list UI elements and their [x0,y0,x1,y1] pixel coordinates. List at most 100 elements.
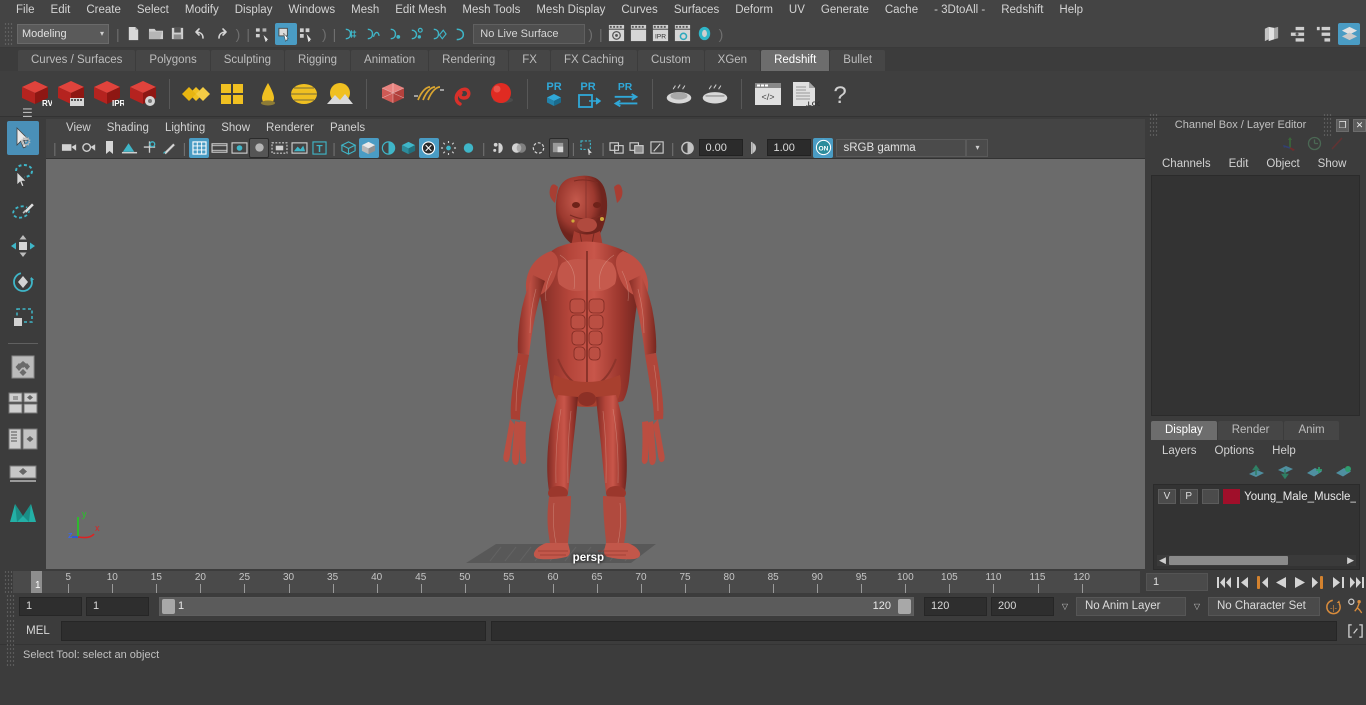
menu-3dtoall[interactable]: - 3DtoAll - [926,1,993,19]
time-slider-handle[interactable] [4,570,13,594]
redshift-log-button[interactable]: .LOG [787,76,821,112]
channels-show-menu[interactable]: Show [1309,156,1356,172]
snap-to-projected-center-icon[interactable] [405,23,427,45]
menu-generate[interactable]: Generate [813,1,877,19]
scroll-right-arrow-icon[interactable]: ▶ [1345,555,1356,566]
shelf-tab-xgen[interactable]: XGen [704,50,761,71]
viewport-menu-show[interactable]: Show [213,121,258,135]
redshift-bake-button-2[interactable] [698,76,732,112]
rotate-tool[interactable] [7,265,39,299]
move-tool[interactable] [7,229,39,263]
playback-end-field[interactable]: 200 [991,596,1054,616]
snap-to-point-icon[interactable] [383,23,405,45]
shelf-tab-fx-caching[interactable]: FX Caching [550,50,638,71]
film-origin-icon[interactable] [269,138,289,158]
status-line-handle[interactable] [4,21,13,46]
color-management-icon[interactable]: ON [813,137,834,158]
xray-joints-icon[interactable] [608,138,628,158]
current-frame-field[interactable]: 1 [1146,573,1208,591]
resolution-gate-icon[interactable] [229,138,249,158]
redshift-motion-blur-button[interactable] [412,76,446,112]
outliner-icon[interactable] [1260,23,1282,45]
select-by-object-icon[interactable] [274,22,297,45]
menu-deform[interactable]: Deform [727,1,781,19]
snap-to-grid-icon[interactable] [339,23,361,45]
redshift-script-editor-button[interactable]: </> [751,76,785,112]
shelf-tab-polygons[interactable]: Polygons [136,50,210,71]
ipr-render-icon[interactable]: IPR [650,23,672,45]
table-row[interactable]: V P Young_Male_Muscle_S [1154,485,1359,504]
play-forwards-icon[interactable] [1290,572,1309,592]
xray-active-components-icon[interactable] [628,138,648,158]
camera-attributes-icon[interactable] [80,138,100,158]
texture-text-icon[interactable]: T [309,138,329,158]
motion-blur-icon[interactable] [489,138,509,158]
step-back-frame-icon[interactable] [1233,572,1252,592]
viewport-menu-shading[interactable]: Shading [99,121,157,135]
open-scene-icon[interactable] [145,23,167,45]
render-view-icon[interactable] [606,23,628,45]
script-editor-icon[interactable] [1344,621,1366,641]
shadows-icon[interactable] [439,138,459,158]
auto-keyframe-icon[interactable]: -|- [1324,596,1343,616]
snap-to-view-plane-icon[interactable] [427,23,449,45]
grid-toggle-icon[interactable] [189,137,210,158]
last-tool-used[interactable] [7,350,39,384]
undock-panel-icon[interactable]: ❐ [1336,118,1349,132]
save-scene-icon[interactable] [167,23,189,45]
wireframe-icon[interactable] [339,138,359,158]
redshift-pr-transfer-button[interactable]: PR [609,76,643,112]
tab-display-layers[interactable]: Display [1151,421,1217,440]
shelf-tab-bullet[interactable]: Bullet [830,50,886,71]
shelf-tab-curves-surfaces[interactable]: Curves / Surfaces [18,50,136,71]
redo-icon[interactable] [211,23,233,45]
chevron-down-icon[interactable]: ▾ [966,138,989,157]
single-perspective-view-layout[interactable] [7,386,39,420]
redshift-hair-button[interactable] [448,76,482,112]
select-camera-icon[interactable] [60,138,80,158]
redshift-env-button[interactable] [287,76,321,112]
tab-anim-layers[interactable]: Anim [1284,421,1339,440]
shelf-tab-animation[interactable]: Animation [351,50,429,71]
character-set-field[interactable]: No Character Set [1208,596,1320,616]
multisample-icon[interactable] [509,138,529,158]
film-gate-icon[interactable] [209,138,229,158]
shelf-tab-sculpting[interactable]: Sculpting [210,50,285,71]
step-forward-frame-icon[interactable] [1328,572,1347,592]
scrollbar-thumb[interactable] [1168,556,1289,565]
gamma-icon[interactable] [745,138,765,158]
create-layer-from-selected-icon[interactable] [1335,465,1352,479]
exposure-icon[interactable] [677,138,697,158]
new-scene-icon[interactable] [123,23,145,45]
clock-icon[interactable] [1307,136,1322,151]
gate-mask-icon[interactable] [249,137,270,158]
redshift-help-button[interactable]: ? [823,76,857,112]
move-layer-up-icon[interactable] [1248,465,1265,479]
channel-box-content[interactable] [1151,175,1360,416]
slash-icon[interactable] [1330,136,1344,151]
menu-mesh[interactable]: Mesh [343,1,387,19]
range-start-handle[interactable] [162,598,175,614]
go-to-start-icon[interactable] [1214,572,1233,592]
shelf-tab-rendering[interactable]: Rendering [429,50,509,71]
step-forward-key-icon[interactable] [1309,572,1328,592]
gamma-field[interactable]: 1.00 [767,139,812,156]
shelf-tab-fx[interactable]: FX [509,50,550,71]
animation-preferences-icon[interactable] [1347,596,1366,616]
render-sequence-icon[interactable] [628,23,650,45]
redshift-ipr-button[interactable]: IPR [90,76,124,112]
scale-tool[interactable] [7,301,39,335]
create-new-layer-icon[interactable] [1306,465,1323,479]
shelf-tab-redshift[interactable]: Redshift [761,50,830,71]
menu-display[interactable]: Display [227,1,281,19]
redshift-sun-sky-button[interactable] [323,76,357,112]
tab-render-layers[interactable]: Render [1217,421,1284,440]
redshift-sphere-button[interactable] [484,76,518,112]
2d-pan-zoom-icon[interactable] [140,138,160,158]
transform-axis-icon[interactable] [1281,135,1299,151]
command-input[interactable] [61,621,486,641]
redshift-light-dome-button[interactable] [251,76,285,112]
channel-box-icon[interactable] [1312,23,1334,45]
menuset-selector[interactable]: Modeling ▾ [17,23,109,44]
layers-options-menu[interactable]: Options [1206,443,1264,459]
